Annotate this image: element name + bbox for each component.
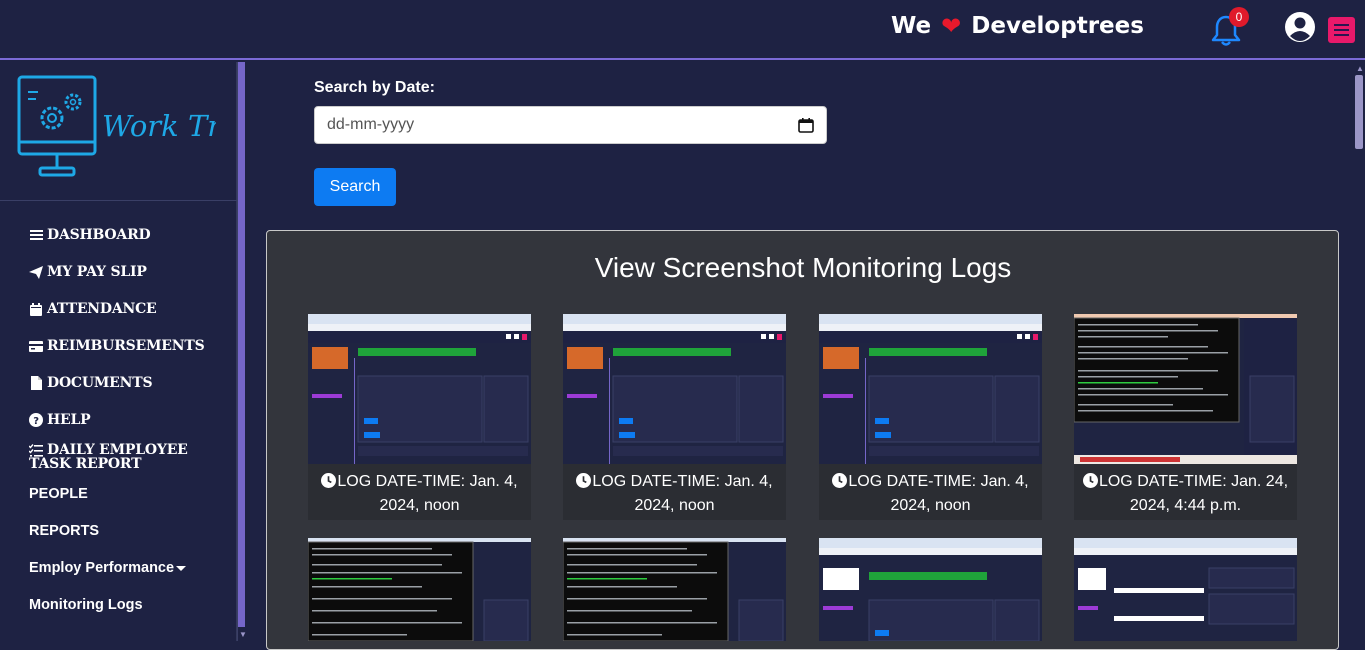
date-placeholder: dd-mm-yyyy: [327, 116, 415, 133]
sidebar-item-employ-performance[interactable]: Employ Performance: [29, 560, 187, 576]
svg-text:?: ?: [33, 416, 39, 427]
sidebar-item-label: ATTENDANCE: [47, 301, 157, 317]
calendar-icon: [29, 302, 43, 316]
sidebar-item-help[interactable]: ? HELP: [29, 412, 91, 428]
log-screenshot-thumbnail[interactable]: [1074, 314, 1297, 464]
log-datetime-text: LOG DATE-TIME: Jan. 4, 2024, noon: [592, 473, 773, 514]
question-circle-icon: ?: [29, 413, 43, 427]
sidebar-item-label: REIMBURSEMENTS: [47, 338, 205, 354]
brand-name: Developtrees: [971, 13, 1144, 39]
clock-icon: [832, 473, 848, 488]
sidebar-scroll-down-arrow[interactable]: ▼: [239, 630, 247, 639]
hamburger-menu-button[interactable]: [1328, 17, 1355, 43]
log-screenshot-thumbnail[interactable]: [563, 314, 786, 464]
sidebar-item-label: Employ Performance: [29, 560, 175, 576]
sidebar-item-attendance[interactable]: ATTENDANCE: [29, 301, 157, 317]
work-tried-logo[interactable]: Work Tried: [16, 74, 216, 192]
notification-badge: 0: [1229, 7, 1249, 27]
logo-text: Work Tried: [102, 109, 216, 143]
log-caption: LOG DATE-TIME: Jan. 4, 2024, noon: [819, 470, 1042, 518]
log-caption: LOG DATE-TIME: Jan. 24, 2024, 4:44 p.m.: [1074, 470, 1297, 518]
log-card[interactable]: [1074, 538, 1297, 641]
clock-icon: [1082, 473, 1098, 488]
log-datetime-text: LOG DATE-TIME: Jan. 4, 2024, noon: [848, 473, 1029, 514]
date-input[interactable]: dd-mm-yyyy: [314, 106, 827, 144]
sidebar-scrollbar-thumb[interactable]: [238, 62, 245, 627]
log-screenshot-thumbnail[interactable]: [819, 314, 1042, 464]
log-card[interactable]: [819, 538, 1042, 641]
calendar-picker-icon[interactable]: [798, 117, 814, 133]
search-by-date-label: Search by Date:: [314, 79, 435, 96]
log-screenshot-thumbnail[interactable]: [1074, 538, 1297, 641]
log-screenshot-thumbnail[interactable]: [563, 538, 786, 641]
brand-title: We ❤ Developtrees: [891, 13, 1144, 39]
logs-title: View Screenshot Monitoring Logs: [594, 252, 1012, 283]
main-scrollbar-thumb[interactable]: [1355, 75, 1363, 149]
log-card[interactable]: LOG DATE-TIME: Jan. 4, 2024, noon: [308, 314, 531, 520]
sidebar-item-reimbursements[interactable]: REIMBURSEMENTS: [29, 338, 205, 354]
sidebar-item-documents[interactable]: DOCUMENTS: [29, 375, 153, 391]
log-card[interactable]: LOG DATE-TIME: Jan. 4, 2024, noon: [563, 314, 786, 520]
log-card[interactable]: [563, 538, 786, 641]
sidebar-item-label: HELP: [47, 412, 91, 428]
sidebar-item-label: DOCUMENTS: [47, 375, 153, 391]
log-caption: LOG DATE-TIME: Jan. 4, 2024, noon: [563, 470, 786, 518]
user-profile-icon[interactable]: [1284, 11, 1316, 43]
logo-divider: [0, 200, 237, 201]
credit-card-icon: [29, 339, 43, 353]
sidebar-item-label: DASHBOARD: [47, 227, 151, 243]
log-card[interactable]: LOG DATE-TIME: Jan. 24, 2024, 4:44 p.m.: [1074, 314, 1297, 520]
heart-icon: ❤: [941, 12, 962, 40]
log-card[interactable]: LOG DATE-TIME: Jan. 4, 2024, noon: [819, 314, 1042, 520]
log-caption: LOG DATE-TIME: Jan. 4, 2024, noon: [308, 470, 531, 518]
top-navbar: We ❤ Developtrees 0: [0, 0, 1365, 60]
bars-icon: [29, 228, 43, 242]
main-scroll-up-arrow[interactable]: ▲: [1356, 64, 1364, 73]
search-button[interactable]: Search: [314, 168, 396, 206]
log-screenshot-thumbnail[interactable]: [819, 538, 1042, 641]
caret-down-icon: [176, 565, 187, 571]
sidebar-item-reports[interactable]: REPORTS: [29, 523, 99, 539]
sidebar-item-label: DAILY EMPLOYEE TASK REPORT: [29, 442, 188, 472]
log-card[interactable]: [308, 538, 531, 641]
log-datetime-text: LOG DATE-TIME: Jan. 24, 2024, 4:44 p.m.: [1098, 473, 1289, 514]
log-screenshot-thumbnail[interactable]: [308, 538, 531, 641]
brand-we: We: [891, 13, 932, 39]
log-screenshot-thumbnail[interactable]: [308, 314, 531, 464]
sidebar-item-dashboard[interactable]: DASHBOARD: [29, 227, 151, 243]
log-datetime-text: LOG DATE-TIME: Jan. 4, 2024, noon: [337, 473, 518, 514]
sidebar-item-monitoring-logs[interactable]: Monitoring Logs: [29, 597, 143, 613]
clock-icon: [321, 473, 337, 488]
sidebar-item-people[interactable]: PEOPLE: [29, 486, 88, 502]
clock-icon: [576, 473, 592, 488]
file-icon: [29, 376, 43, 390]
sidebar-item-daily-task-report[interactable]: DAILY EMPLOYEE TASK REPORT: [29, 443, 199, 471]
